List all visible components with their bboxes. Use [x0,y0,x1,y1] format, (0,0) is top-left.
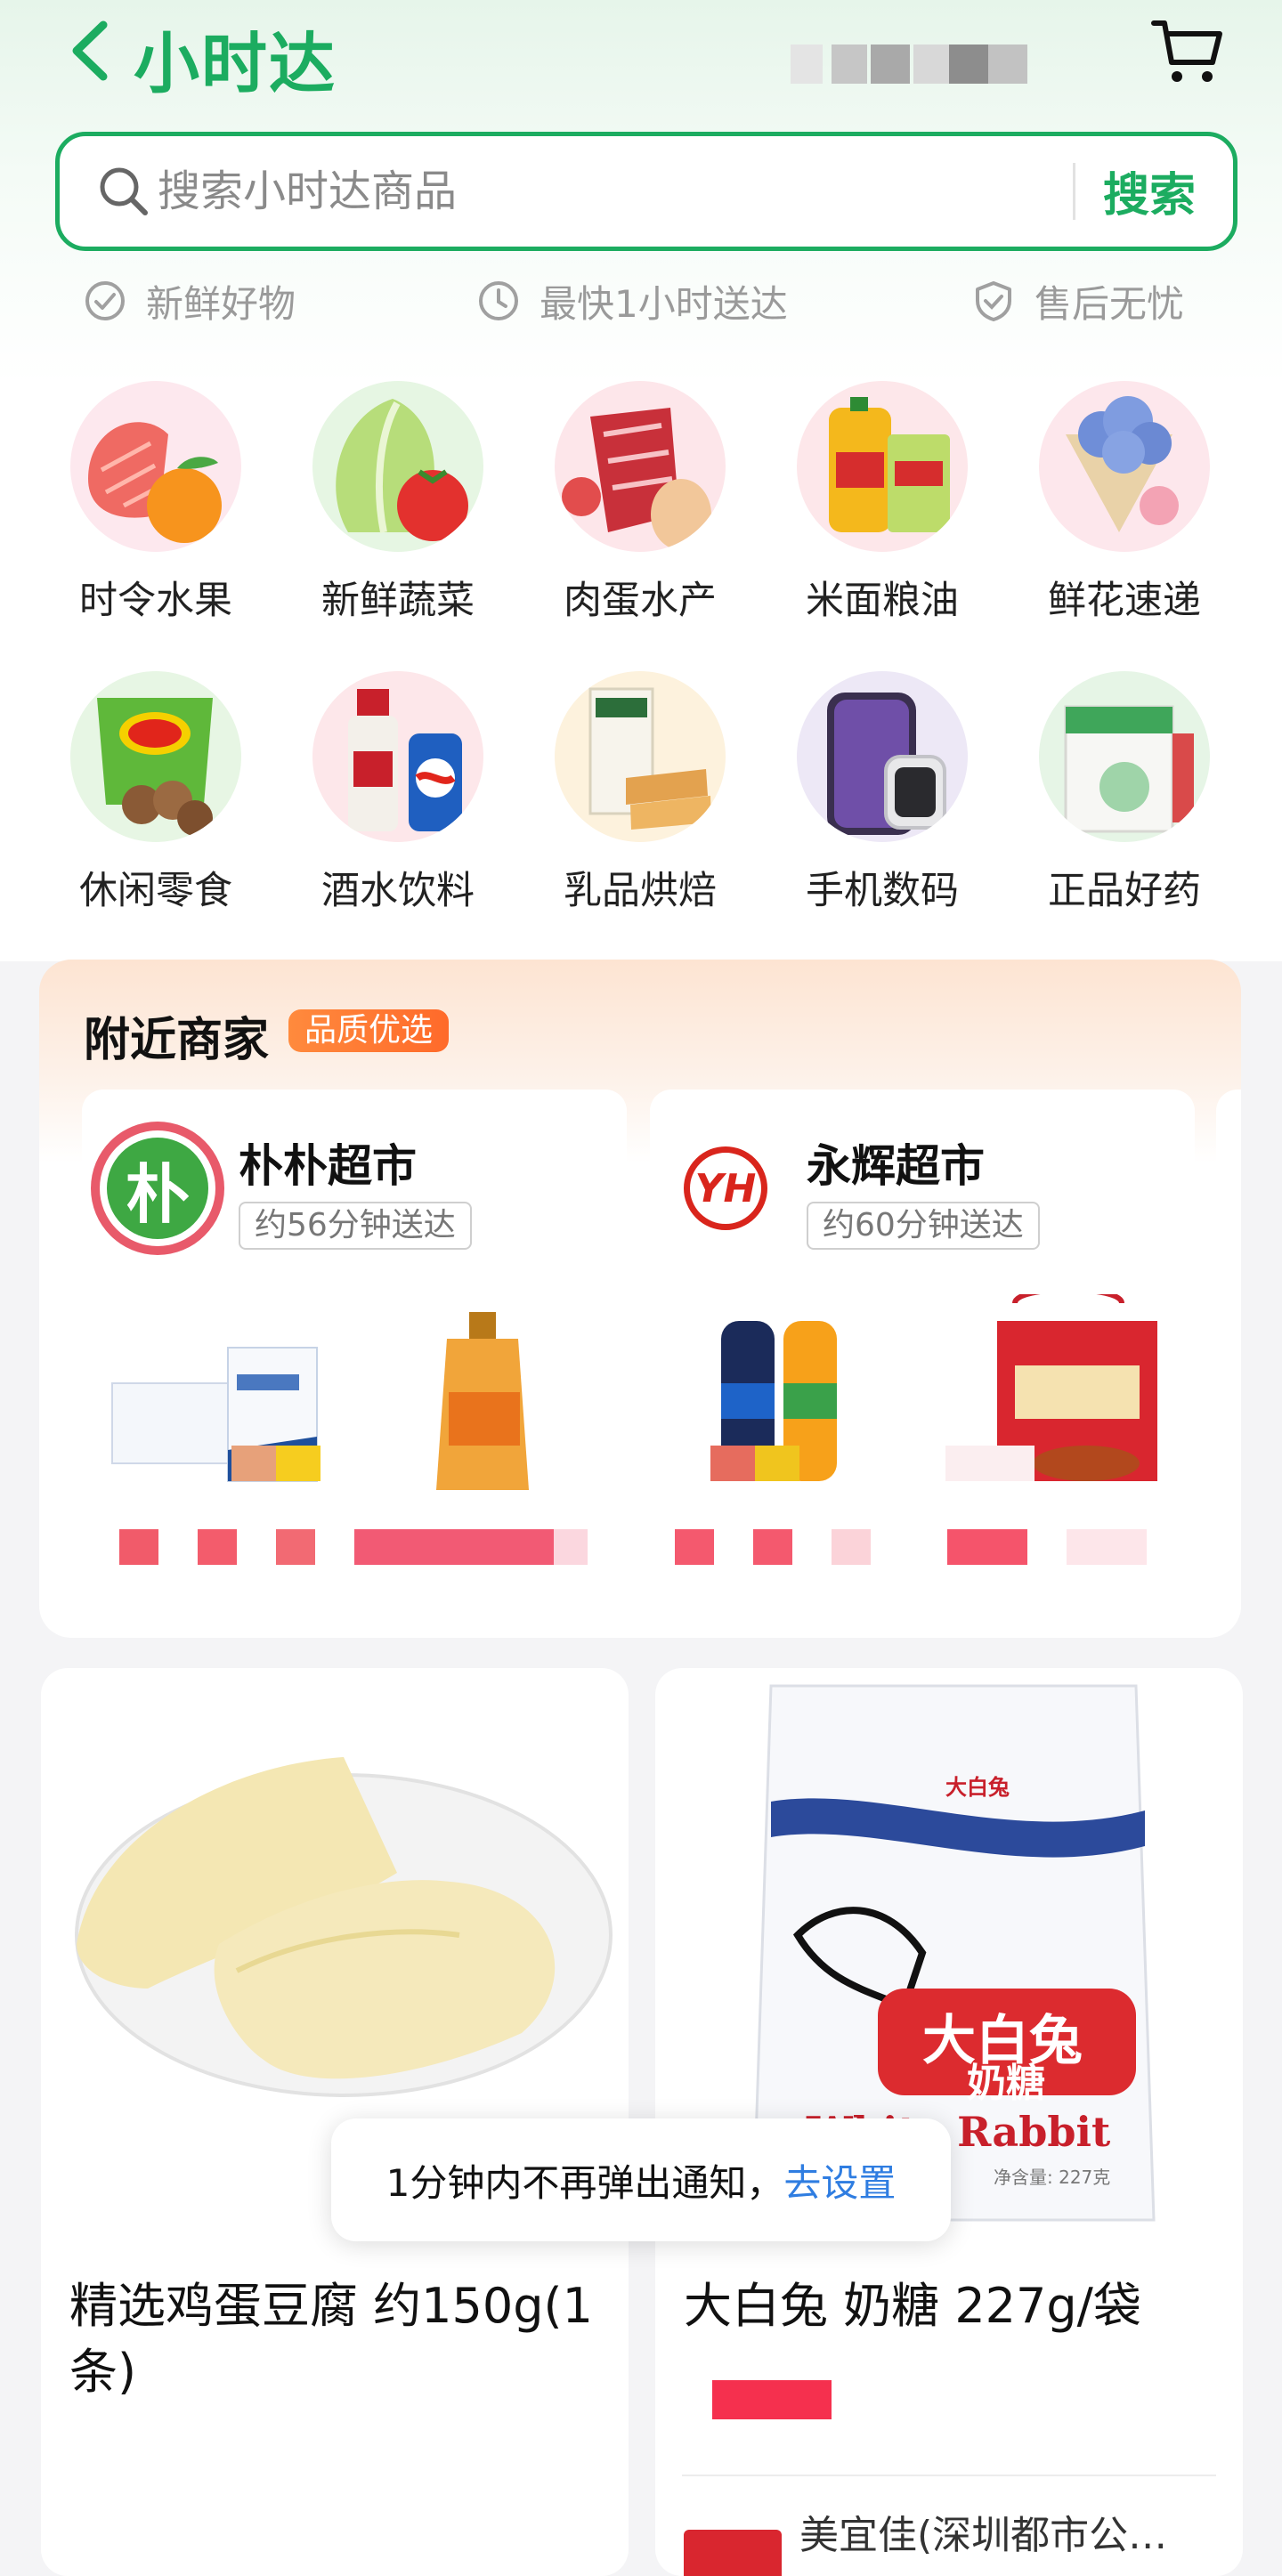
notification-toast: 1分钟内不再弹出通知， 去设置 [331,2118,951,2241]
price-blurred [753,1529,792,1565]
price-blurred [554,1529,588,1565]
check-circle-icon [85,281,125,320]
price-blurred [231,1446,276,1481]
category-medicine[interactable]: 正品好药 [1022,671,1227,915]
product-name: 大白兔 奶糖 227g/袋 [684,2278,1141,2334]
category-label: 鲜花速递 [1048,579,1201,623]
category-label: 休闲零食 [79,869,232,913]
category-meat-egg[interactable]: 肉蛋水产 [538,381,742,625]
category-label: 酒水饮料 [321,869,475,913]
drink-icon [312,671,483,842]
price-blurred [710,1446,755,1481]
category-drink[interactable]: 酒水饮料 [296,671,500,915]
price-blurred [755,1446,799,1481]
product-thumbnail[interactable] [376,1294,598,1508]
store-card-yonghui[interactable]: YH 永辉超市 约60分钟送达 [650,1090,1195,1638]
price-blurred [354,1529,554,1565]
category-flower[interactable]: 鲜花速递 [1022,381,1227,625]
search-icon [100,167,148,215]
search-divider [1073,163,1075,220]
shield-check-icon [976,281,1011,321]
page-title: 小时达 [134,26,337,102]
feature-fresh: 新鲜好物 [84,272,296,329]
fruit-icon [70,381,241,552]
price-blurred [276,1529,315,1565]
quality-badge: 品质优选 [288,1009,450,1052]
search-bar[interactable]: 搜索 [55,132,1237,251]
store-logo: 朴 [91,1122,224,1255]
divider [682,2475,1216,2476]
delivery-time: 约60分钟送达 [807,1202,1040,1250]
dairy-bakery-icon [555,671,726,842]
search-button[interactable]: 搜索 [1103,152,1237,229]
store-card-pupu[interactable]: 朴 朴朴超市 约56分钟送达 [82,1090,627,1638]
category-grain-oil[interactable]: 米面粮油 [780,381,985,625]
medicine-icon [1039,671,1210,842]
phone-digital-icon [797,671,968,842]
cart-icon [1151,20,1222,82]
seller-logo [684,2530,782,2576]
category-snack[interactable]: 休闲零食 [53,671,258,915]
feature-fast-delivery: 最快1小时送达 [477,272,788,329]
flower-icon [1039,381,1210,552]
search-input[interactable] [158,158,1048,225]
seller-name[interactable]: 美宜佳(深圳都市公… [799,2503,1167,2560]
product-name: 精选鸡蛋豆腐 约150g(1条) [69,2278,593,2400]
price-blurred [832,1529,871,1565]
feature-label: 新鲜好物 [146,281,296,326]
price-blurred [675,1529,714,1565]
clock-icon [479,281,518,320]
category-dairy-bakery[interactable]: 乳品烘焙 [538,671,742,915]
cart-button[interactable] [1150,14,1225,89]
vegetable-icon [312,381,483,552]
price-blurred [947,1529,1027,1565]
category-label: 米面粮油 [806,579,959,623]
feature-label: 售后无忧 [1035,281,1185,326]
feature-after-sales: 售后无忧 [972,272,1184,329]
section-title: 附近商家 [84,1014,270,1067]
feature-label: 最快1小时送达 [540,281,788,326]
price-blurred [945,1446,1035,1481]
category-label: 正品好药 [1048,869,1201,913]
category-vegetable[interactable]: 新鲜蔬菜 [296,381,500,625]
back-button[interactable] [59,20,121,82]
category-label: 新鲜蔬菜 [321,579,475,623]
category-label: 手机数码 [806,869,959,913]
store-card-peek[interactable] [1216,1090,1241,1638]
store-name: 朴朴超市 [239,1140,417,1192]
price-blurred [119,1529,158,1565]
price-blurred [1067,1529,1147,1565]
category-fruit[interactable]: 时令水果 [53,381,258,625]
delivery-time: 约56分钟送达 [239,1202,472,1250]
category-phone-digital[interactable]: 手机数码 [780,671,985,915]
category-label: 时令水果 [79,579,232,623]
price-blurred [712,2380,832,2419]
category-label: 肉蛋水产 [564,579,717,623]
store-name: 永辉超市 [807,1140,985,1192]
toast-message: 1分钟内不再弹出通知， [385,2160,784,2205]
package-title-small: 大白兔 [945,1775,1010,1800]
grain-oil-icon [797,381,968,552]
category-label: 乳品烘焙 [564,869,717,913]
store-logo: YH [659,1122,792,1255]
price-blurred [198,1529,237,1565]
meat-egg-icon [555,381,726,552]
chevron-left-icon [72,20,108,81]
price-blurred [276,1446,320,1481]
package-subtitle: 奶糖 [967,2061,1045,2106]
snack-icon [70,671,241,842]
nearby-stores-section: 附近商家 品质优选 朴 朴朴超市 约56分钟送达 YH 永辉超市 约60分钟送达 [39,960,1241,1638]
package-weight: 净含量: 227克 [994,2167,1111,2188]
go-settings-link[interactable]: 去设置 [783,2153,896,2207]
